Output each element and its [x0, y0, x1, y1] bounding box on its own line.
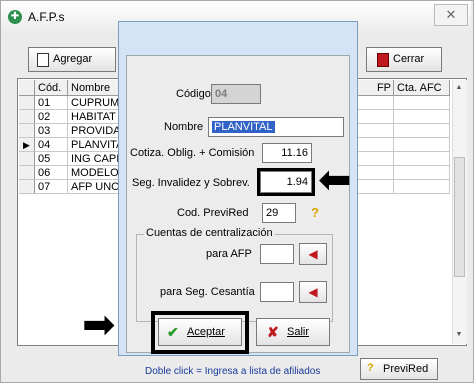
- close-button[interactable]: Cerrar: [366, 47, 442, 72]
- afp-account-field[interactable]: [260, 244, 294, 264]
- window-title: A.F.P.s: [28, 10, 65, 24]
- seg-label: Seg. Invalidez y Sobrev.: [132, 177, 250, 189]
- pointer-arrow-right-icon: ➡: [82, 303, 116, 347]
- cell-fp[interactable]: [358, 96, 394, 110]
- cell-fp[interactable]: [358, 166, 394, 180]
- cell-afc[interactable]: [394, 152, 450, 166]
- red-arrow-left-icon: ◀: [308, 247, 318, 261]
- row-indicator[interactable]: [19, 124, 35, 138]
- cell-code[interactable]: 06: [35, 166, 68, 180]
- cell-afc[interactable]: [394, 138, 450, 152]
- cell-afc[interactable]: [394, 124, 450, 138]
- row-indicator[interactable]: [19, 110, 35, 124]
- pointer-arrow-left-icon: ⬅: [318, 158, 352, 202]
- seg-field[interactable]: 1.94: [257, 168, 315, 196]
- row-indicator[interactable]: [19, 180, 35, 194]
- afp-account-lookup-button[interactable]: ◀: [299, 243, 327, 265]
- cell-fp[interactable]: [358, 180, 394, 194]
- row-indicator[interactable]: [19, 152, 35, 166]
- row-indicator[interactable]: [19, 166, 35, 180]
- cell-afc[interactable]: [394, 166, 450, 180]
- window-close-button[interactable]: ✕: [434, 4, 468, 26]
- cell-afc[interactable]: [394, 96, 450, 110]
- cell-code[interactable]: 03: [35, 124, 68, 138]
- grid-corner: [19, 80, 35, 96]
- cell-code[interactable]: 04: [35, 138, 68, 152]
- row-indicator[interactable]: ▶: [19, 138, 35, 152]
- exit-button-label: Salir: [287, 326, 310, 338]
- scroll-thumb[interactable]: [454, 157, 465, 277]
- close-door-icon: [377, 53, 389, 67]
- name-field-value: PLANVITAL: [212, 121, 275, 133]
- cell-afc[interactable]: [394, 110, 450, 124]
- scroll-down-icon[interactable]: ▼: [453, 331, 465, 338]
- cotiza-field[interactable]: 11.16: [262, 143, 312, 163]
- cell-fp[interactable]: [358, 110, 394, 124]
- new-document-icon: [37, 53, 49, 67]
- cell-fp[interactable]: [358, 152, 394, 166]
- previred-code-label: Cod. PreviRed: [177, 207, 249, 219]
- column-header-afc[interactable]: Cta. AFC: [394, 80, 450, 96]
- cell-code[interactable]: 01: [35, 96, 68, 110]
- column-header-fp[interactable]: FP: [358, 80, 394, 96]
- help-icon: ?: [367, 362, 374, 374]
- check-icon: ✔: [167, 324, 179, 340]
- hint-text: Doble click = Ingresa a lista de afiliad…: [145, 366, 321, 377]
- cesantia-account-label: para Seg. Cesantía: [160, 286, 255, 298]
- column-header-code[interactable]: Cód.: [35, 80, 68, 96]
- code-label: Código: [176, 88, 211, 100]
- close-icon: ✕: [445, 7, 457, 22]
- x-icon: ✘: [267, 324, 279, 340]
- name-field[interactable]: PLANVITAL: [208, 117, 344, 137]
- help-icon[interactable]: ?: [311, 205, 319, 220]
- cell-code[interactable]: 07: [35, 180, 68, 194]
- add-button-label: Agregar: [53, 53, 93, 65]
- close-button-label: Cerrar: [393, 53, 425, 65]
- previred-button[interactable]: ? PreviRed: [360, 358, 438, 380]
- cotiza-label: Cotiza. Oblig. + Comisión: [130, 147, 255, 159]
- cell-afc[interactable]: [394, 180, 450, 194]
- afp-account-label: para AFP: [206, 248, 252, 260]
- centralization-group-title: Cuentas de centralización: [144, 227, 275, 239]
- exit-button[interactable]: ✘ Salir: [256, 318, 330, 346]
- row-indicator[interactable]: [19, 96, 35, 110]
- previred-code-field[interactable]: 29: [262, 203, 296, 223]
- code-field: 04: [211, 84, 261, 104]
- cell-code[interactable]: 02: [35, 110, 68, 124]
- accept-button-label: Aceptar: [187, 326, 225, 338]
- cesantia-account-field[interactable]: [260, 282, 294, 302]
- cell-code[interactable]: 05: [35, 152, 68, 166]
- name-label: Nombre: [164, 121, 204, 133]
- accept-button[interactable]: ✔ Aceptar: [158, 318, 242, 346]
- cell-fp[interactable]: [358, 124, 394, 138]
- previred-button-label: PreviRed: [383, 363, 429, 375]
- red-arrow-left-icon: ◀: [308, 285, 318, 299]
- scroll-up-icon[interactable]: ▲: [453, 84, 465, 91]
- app-icon: ✚: [8, 10, 22, 24]
- add-button[interactable]: Agregar: [28, 47, 116, 72]
- cesantia-account-lookup-button[interactable]: ◀: [299, 281, 327, 303]
- cell-fp[interactable]: [358, 138, 394, 152]
